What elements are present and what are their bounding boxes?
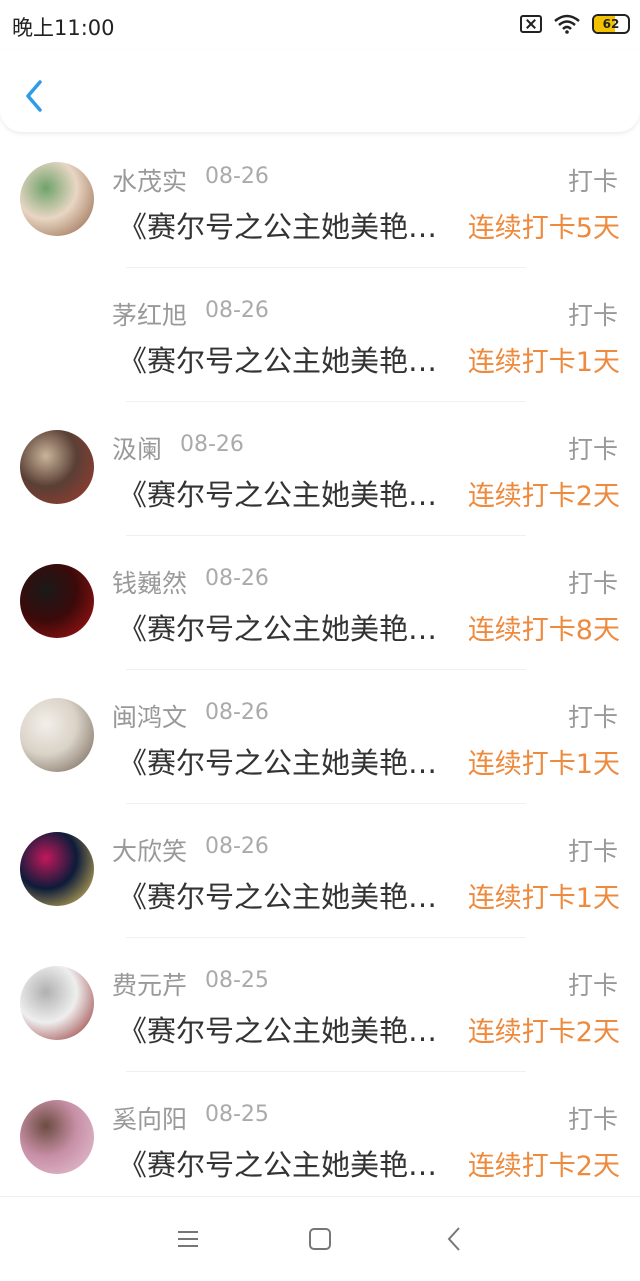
wifi-icon [554, 14, 580, 34]
battery-icon: 62 [592, 14, 630, 34]
menu-icon [178, 1231, 198, 1247]
status-bar: 晚上11:00 62 [0, 0, 640, 50]
activity-type: 打卡 [567, 301, 618, 330]
post-date: 08-26 [205, 834, 269, 859]
avatar[interactable] [20, 832, 94, 906]
book-title[interactable]: 《赛尔号之公主她美艳… [118, 338, 463, 380]
activity-type: 打卡 [567, 971, 618, 1000]
home-square-icon [309, 1228, 331, 1250]
avatar[interactable] [20, 1100, 94, 1174]
system-nav-bar [0, 1196, 640, 1281]
status-time: 晚上11:00 [12, 16, 115, 40]
book-title[interactable]: 《赛尔号之公主她美艳… [118, 1142, 463, 1184]
list-item[interactable]: 大欣笑 08-26 打卡《赛尔号之公主她美艳… 连续打卡1天 [0, 804, 640, 938]
post-date: 08-25 [205, 968, 269, 993]
streak-label: 连续打卡2天 [467, 1017, 620, 1048]
list-item[interactable]: 钱巍然 08-26 打卡《赛尔号之公主她美艳… 连续打卡8天 [0, 536, 640, 670]
post-date: 08-26 [205, 566, 269, 591]
user-name: 费元芹 [112, 971, 188, 1000]
back-arrow-icon [447, 1227, 460, 1251]
top-header [0, 50, 640, 132]
user-name: 大欣笑 [112, 837, 188, 866]
no-sim-icon [520, 15, 542, 33]
book-title[interactable]: 《赛尔号之公主她美艳… [118, 204, 463, 246]
user-name: 钱巍然 [112, 569, 188, 598]
streak-label: 连续打卡1天 [467, 883, 620, 914]
streak-label: 连续打卡1天 [467, 347, 620, 378]
streak-label: 连续打卡8天 [467, 615, 620, 646]
activity-type: 打卡 [567, 1105, 618, 1134]
user-name: 茅红旭 [112, 301, 188, 330]
post-date: 08-26 [180, 432, 244, 457]
user-name: 闽鸿文 [112, 703, 188, 732]
post-date: 08-25 [205, 1102, 269, 1127]
book-title[interactable]: 《赛尔号之公主她美艳… [118, 874, 463, 916]
back-button[interactable] [18, 76, 52, 116]
checkin-list: 水茂实 08-26 打卡 《赛尔号之公主她美艳… 连续打卡5天 茅红旭 08-26 打卡 《赛尔… [0, 134, 640, 1206]
user-name: 奚向阳 [112, 1105, 188, 1134]
user-name: 水茂实 [112, 167, 188, 196]
avatar[interactable] [20, 698, 94, 772]
streak-label: 连续打卡5天 [467, 213, 620, 244]
book-title[interactable]: 《赛尔号之公主她美艳… [118, 472, 463, 514]
list-item[interactable]: 水茂实 08-26 打卡《赛尔号之公主她美艳… 连续打卡5天 [0, 134, 640, 268]
streak-label: 连续打卡2天 [467, 481, 620, 512]
list-item[interactable]: 闽鸿文 08-26 打卡《赛尔号之公主她美艳… 连续打卡1天 [0, 670, 640, 804]
post-date: 08-26 [205, 700, 269, 725]
user-name: 汲阑 [112, 435, 163, 464]
nav-back-button[interactable] [434, 1219, 474, 1259]
activity-type: 打卡 [567, 703, 618, 732]
streak-label: 连续打卡2天 [467, 1151, 620, 1182]
list-item[interactable]: 汲阑 08-26 打卡《赛尔号之公主她美艳… 连续打卡2天 [0, 402, 640, 536]
list-item[interactable]: 费元芹 08-25 打卡《赛尔号之公主她美艳… 连续打卡2天 [0, 938, 640, 1072]
chevron-left-icon [26, 80, 42, 112]
menu-button[interactable] [168, 1219, 208, 1259]
book-title[interactable]: 《赛尔号之公主她美艳… [118, 606, 463, 648]
book-title[interactable]: 《赛尔号之公主她美艳… [118, 1008, 463, 1050]
avatar[interactable] [20, 564, 94, 638]
activity-type: 打卡 [567, 837, 618, 866]
list-item[interactable]: 奚向阳 08-25 打卡《赛尔号之公主她美艳… 连续打卡2天 [0, 1072, 640, 1206]
streak-label: 连续打卡1天 [467, 749, 620, 780]
post-date: 08-26 [205, 298, 269, 323]
avatar[interactable] [20, 966, 94, 1040]
activity-type: 打卡 [567, 569, 618, 598]
status-icons: 62 [520, 12, 630, 36]
book-title[interactable]: 《赛尔号之公主她美艳… [118, 740, 463, 782]
battery-level: 62 [602, 17, 620, 31]
avatar[interactable] [20, 430, 94, 504]
activity-type: 打卡 [567, 167, 618, 196]
activity-type: 打卡 [567, 435, 618, 464]
avatar[interactable] [20, 162, 94, 236]
list-item[interactable]: 茅红旭 08-26 打卡《赛尔号之公主她美艳… 连续打卡1天 [0, 268, 640, 402]
post-date: 08-26 [205, 164, 269, 189]
home-button[interactable] [300, 1219, 340, 1259]
